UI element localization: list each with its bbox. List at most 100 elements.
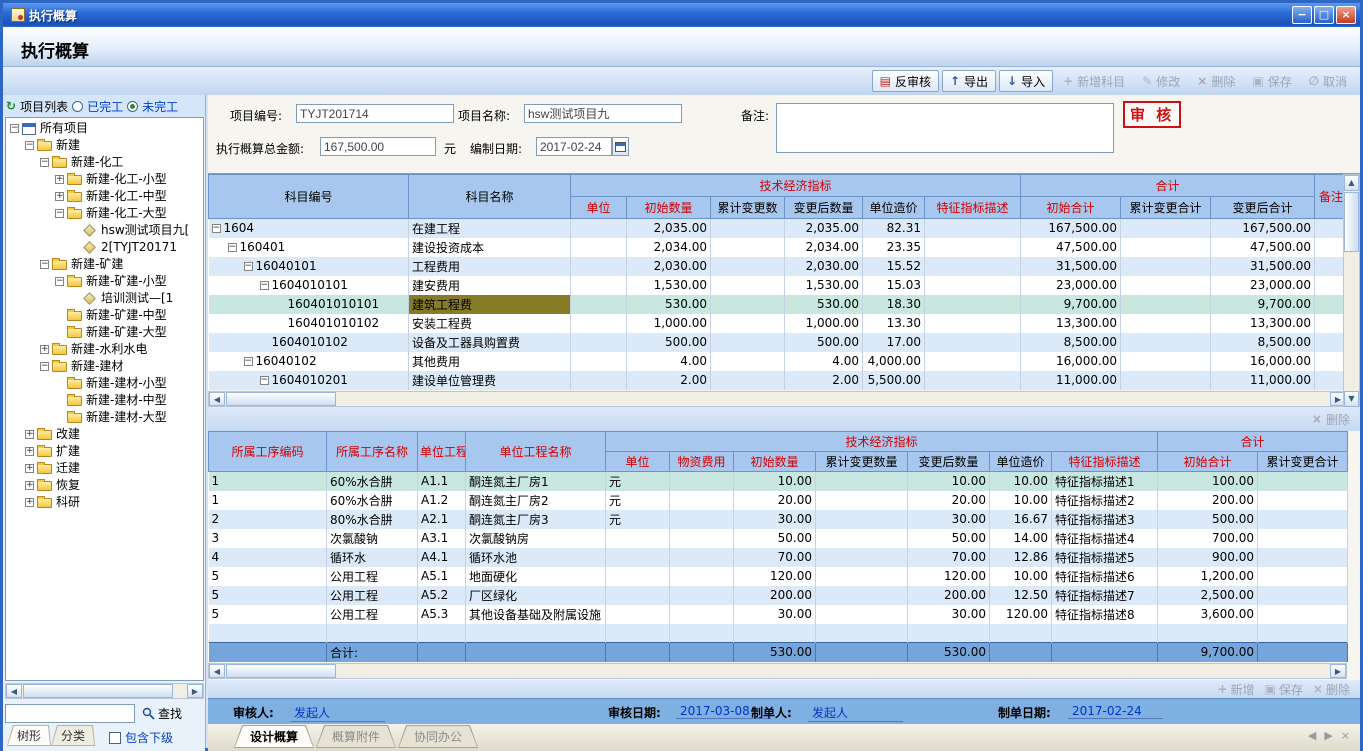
expand-icon[interactable]: + bbox=[25, 464, 34, 473]
detail-row[interactable]: 5公用工程A5.1地面硬化120.00120.0010.00特征指标描述61,2… bbox=[209, 567, 1348, 586]
detail-proc-name-cell[interactable]: 60%水合肼 bbox=[327, 491, 418, 510]
detail-total-cum-cell[interactable] bbox=[1258, 624, 1348, 643]
detail-unit-name-cell[interactable]: 地面硬化 bbox=[466, 567, 606, 586]
detail-grid-hscrollbar[interactable]: ◀ ▶ bbox=[208, 663, 1347, 679]
subject-code-cell[interactable]: −1604 bbox=[209, 219, 409, 238]
detail-qty-cum-cell[interactable] bbox=[816, 586, 908, 605]
tree-item[interactable]: hsw测试项目九[ bbox=[6, 222, 203, 239]
tree-item[interactable]: 新建-建材-中型 bbox=[6, 392, 203, 409]
detail-unit-price-cell[interactable] bbox=[990, 624, 1052, 643]
tab-close-icon[interactable]: × bbox=[1341, 729, 1350, 742]
subject-total-init-cell[interactable]: 23,000.00 bbox=[1021, 276, 1121, 295]
tree-item[interactable]: +新建-化工-小型 bbox=[6, 171, 203, 188]
subject-feature-cell[interactable] bbox=[925, 238, 1021, 257]
subject-unit-cell[interactable] bbox=[571, 371, 627, 390]
detail-qty-after-cell[interactable]: 50.00 bbox=[908, 529, 990, 548]
detail-unit-name-cell[interactable]: 酮连氮主厂房1 bbox=[466, 472, 606, 491]
calendar-button[interactable] bbox=[612, 137, 629, 156]
subject-total-cum-cell[interactable] bbox=[1121, 238, 1211, 257]
scroll-right-icon[interactable]: ▶ bbox=[1330, 664, 1346, 678]
detail-total-init-cell[interactable]: 200.00 bbox=[1158, 491, 1258, 510]
tree-item[interactable]: +新建-化工-中型 bbox=[6, 188, 203, 205]
detail-unit-cell[interactable]: 元 bbox=[606, 472, 670, 491]
subject-feature-cell[interactable] bbox=[925, 371, 1021, 390]
subject-total-init-cell[interactable]: 16,000.00 bbox=[1021, 352, 1121, 371]
scroll-right-icon[interactable]: ▶ bbox=[187, 684, 203, 698]
subject-row[interactable]: 1604010102设备及工器具购置费500.00500.0017.008,50… bbox=[209, 333, 1348, 352]
subject-unit-cell[interactable] bbox=[571, 295, 627, 314]
tree-item[interactable]: 新建-矿建-大型 bbox=[6, 324, 203, 341]
detail-feature-cell[interactable]: 特征指标描述8 bbox=[1052, 605, 1158, 624]
detail-total-init-cell[interactable]: 500.00 bbox=[1158, 510, 1258, 529]
subject-qty-after-cell[interactable]: 2,035.00 bbox=[785, 219, 863, 238]
detail-feature-cell[interactable]: 特征指标描述2 bbox=[1052, 491, 1158, 510]
toolbar-button-import[interactable]: ↓导入 bbox=[999, 70, 1053, 92]
detail-unit-name-cell[interactable]: 其他设备基础及附属设施（含 bbox=[466, 605, 606, 624]
sidebar-horizontal-scrollbar[interactable]: ◀ ▶ bbox=[5, 683, 204, 699]
record-add-button[interactable]: +新增 bbox=[1217, 681, 1254, 698]
total-amount-field[interactable] bbox=[320, 137, 436, 156]
radio-finished[interactable] bbox=[72, 101, 83, 112]
detail-total-init-cell[interactable]: 900.00 bbox=[1158, 548, 1258, 567]
subject-qty-cum-cell[interactable] bbox=[711, 257, 785, 276]
detail-material-cell[interactable] bbox=[670, 472, 734, 491]
subject-unit-cell[interactable] bbox=[571, 333, 627, 352]
tree-item[interactable]: 新建-矿建-中型 bbox=[6, 307, 203, 324]
detail-feature-cell[interactable]: 特征指标描述4 bbox=[1052, 529, 1158, 548]
subject-unit-cell[interactable] bbox=[571, 352, 627, 371]
subject-qty-init-cell[interactable]: 4.00 bbox=[627, 352, 711, 371]
subject-code-cell[interactable]: 1604010102 bbox=[209, 333, 409, 352]
subject-total-init-cell[interactable]: 11,000.00 bbox=[1021, 371, 1121, 390]
subject-qty-cum-cell[interactable] bbox=[711, 295, 785, 314]
detail-unit-name-cell[interactable]: 次氯酸钠房 bbox=[466, 529, 606, 548]
collapse-icon[interactable]: − bbox=[260, 281, 269, 290]
subject-name-cell[interactable]: 建设单位管理费 bbox=[409, 371, 571, 390]
detail-proc-code-cell[interactable] bbox=[209, 624, 327, 643]
detail-delete-button[interactable]: × 删除 bbox=[1312, 411, 1350, 428]
detail-proc-code-cell[interactable]: 1 bbox=[209, 472, 327, 491]
subject-name-cell[interactable]: 其他费用 bbox=[409, 352, 571, 371]
detail-qty-init-cell[interactable]: 50.00 bbox=[734, 529, 816, 548]
subject-qty-init-cell[interactable]: 530.00 bbox=[627, 295, 711, 314]
scroll-thumb[interactable] bbox=[1344, 192, 1359, 252]
scroll-thumb[interactable] bbox=[226, 392, 336, 406]
detail-material-cell[interactable] bbox=[670, 548, 734, 567]
radio-unfinished-label[interactable]: 未完工 bbox=[142, 98, 178, 115]
detail-qty-cum-cell[interactable] bbox=[816, 567, 908, 586]
detail-unit-code-cell[interactable]: A2.1 bbox=[418, 510, 466, 529]
collapse-icon[interactable]: − bbox=[40, 260, 49, 269]
detail-unit-price-cell[interactable]: 120.00 bbox=[990, 605, 1052, 624]
tree-item[interactable]: −新建-矿建-小型 bbox=[6, 273, 203, 290]
detail-unit-name-cell[interactable]: 酮连氮主厂房2 bbox=[466, 491, 606, 510]
detail-unit-name-cell[interactable]: 酮连氮主厂房3 bbox=[466, 510, 606, 529]
expand-icon[interactable]: + bbox=[25, 498, 34, 507]
subject-total-after-cell[interactable]: 167,500.00 bbox=[1211, 219, 1315, 238]
detail-feature-cell[interactable]: 特征指标描述1 bbox=[1052, 472, 1158, 491]
subject-total-cum-cell[interactable] bbox=[1121, 257, 1211, 276]
project-no-field[interactable] bbox=[296, 104, 454, 123]
collapse-icon[interactable]: − bbox=[244, 357, 253, 366]
subject-qty-cum-cell[interactable] bbox=[711, 371, 785, 390]
subject-unit-price-cell[interactable]: 18.30 bbox=[863, 295, 925, 314]
subject-unit-price-cell[interactable]: 13.30 bbox=[863, 314, 925, 333]
tree-item[interactable]: +科研 bbox=[6, 494, 203, 511]
detail-proc-name-cell[interactable]: 循环水 bbox=[327, 548, 418, 567]
subject-unit-price-cell[interactable]: 15.52 bbox=[863, 257, 925, 276]
detail-proc-code-cell[interactable]: 3 bbox=[209, 529, 327, 548]
subject-name-cell[interactable]: 建筑工程费 bbox=[409, 295, 571, 314]
subject-qty-cum-cell[interactable] bbox=[711, 276, 785, 295]
tree-item[interactable]: +迁建 bbox=[6, 460, 203, 477]
search-button[interactable]: 查找 bbox=[138, 704, 186, 723]
subject-unit-price-cell[interactable]: 4,000.00 bbox=[863, 352, 925, 371]
toolbar-button-edit[interactable]: ✎修改 bbox=[1135, 70, 1187, 92]
remark-field[interactable] bbox=[776, 103, 1114, 153]
toolbar-button-delete[interactable]: ×删除 bbox=[1190, 70, 1242, 92]
subject-unit-price-cell[interactable]: 5,500.00 bbox=[863, 371, 925, 390]
subject-total-init-cell[interactable]: 31,500.00 bbox=[1021, 257, 1121, 276]
detail-total-cum-cell[interactable] bbox=[1258, 605, 1348, 624]
subject-qty-cum-cell[interactable] bbox=[711, 219, 785, 238]
subject-feature-cell[interactable] bbox=[925, 333, 1021, 352]
subject-name-cell[interactable]: 工程费用 bbox=[409, 257, 571, 276]
detail-total-cum-cell[interactable] bbox=[1258, 472, 1348, 491]
detail-proc-code-cell[interactable]: 2 bbox=[209, 510, 327, 529]
